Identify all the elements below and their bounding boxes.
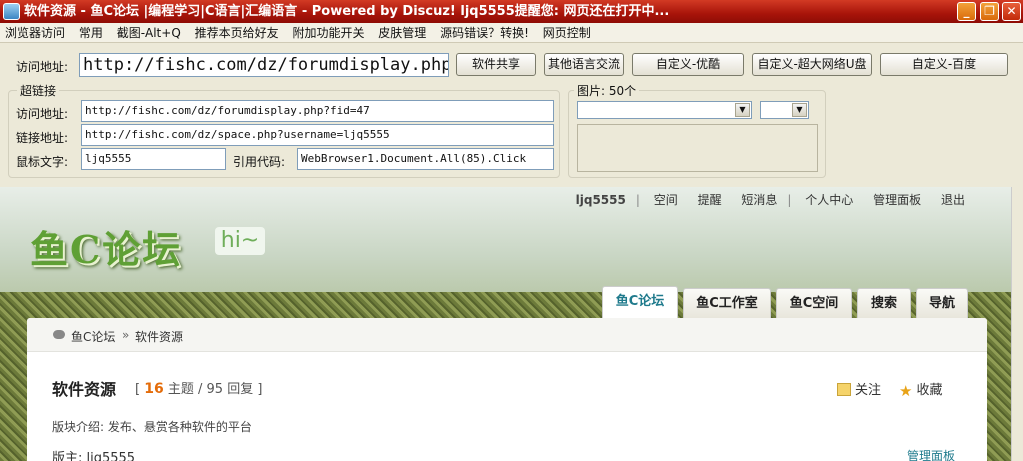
tab-fishc-forum[interactable]: 鱼C论坛 <box>602 286 678 320</box>
web-browser-view[interactable]: ljq5555 | 空间 提醒 短消息 | 个人中心 管理面板 退出 鱼C论坛 hi… <box>0 187 1023 461</box>
link-address-input[interactable]: http://fishc.com/dz/space.php?username=l… <box>81 124 554 146</box>
image-group-title: 图片: 50个 <box>574 82 640 99</box>
other-language-button[interactable]: 其他语言交流 <box>544 53 624 76</box>
nav-space-link[interactable]: 空间 <box>654 193 678 207</box>
user-top-nav: ljq5555 | 空间 提醒 短消息 | 个人中心 管理面板 退出 <box>575 193 965 207</box>
nav-pm-link[interactable]: 短消息 <box>741 193 777 207</box>
visit-address-label: 访问地址: <box>16 107 69 121</box>
forum-title: 软件资源 <box>52 380 117 399</box>
nav-profile-link[interactable]: 个人中心 <box>805 193 853 207</box>
mouse-text-input[interactable]: ljq5555 <box>81 148 226 170</box>
breadcrumb: 鱼C论坛 » 软件资源 <box>27 318 987 352</box>
image-size-select[interactable]: ▼ <box>760 101 809 119</box>
breadcrumb-home[interactable]: 鱼C论坛 <box>71 328 115 345</box>
link-address-label: 链接地址: <box>16 131 69 145</box>
username-link[interactable]: ljq5555 <box>576 193 626 207</box>
tab-fishc-space[interactable]: 鱼C空间 <box>776 288 852 318</box>
breadcrumb-current[interactable]: 软件资源 <box>135 328 183 345</box>
menu-bar: 浏览器访问 常用 截图-Alt+Q 推荐本页给好友 附加功能开关 皮肤管理 源码… <box>0 23 1023 43</box>
minimize-button[interactable]: _ <box>957 2 976 21</box>
image-group: 图片: 50个 ▼ ▼ <box>568 82 826 178</box>
software-share-button[interactable]: 软件共享 <box>456 53 536 76</box>
forum-stats: [ 16 主题 / 95 回复 ] <box>135 381 263 397</box>
nav-remind-link[interactable]: 提醒 <box>698 193 722 207</box>
image-preview <box>577 124 818 172</box>
nav-logout-link[interactable]: 退出 <box>941 193 965 207</box>
vertical-scrollbar[interactable] <box>1011 187 1023 461</box>
menu-screenshot[interactable]: 截图-Alt+Q <box>112 23 186 43</box>
menu-addon-toggle[interactable]: 附加功能开关 <box>287 23 369 43</box>
custom-netdisk-button[interactable]: 自定义-超大网络U盘 <box>752 53 872 76</box>
manage-panel-link[interactable]: 管理面板 <box>907 447 955 461</box>
chevron-down-icon[interactable]: ▼ <box>735 103 750 117</box>
nav-admin-link[interactable]: 管理面板 <box>873 193 921 207</box>
window-titlebar[interactable]: 软件资源 - 鱼C论坛 |编程学习|C语言|汇编语言 - Powered by … <box>0 0 1023 23</box>
reference-code-input[interactable]: WebBrowser1.Document.All(85).Click <box>297 148 554 170</box>
menu-skin[interactable]: 皮肤管理 <box>373 23 431 43</box>
menu-source-convert[interactable]: 源码错误？转换! <box>435 23 534 43</box>
forum-description: 版块介绍: 发布、悬赏各种软件的平台 <box>52 420 252 434</box>
follow-button[interactable]: 关注 <box>837 379 881 398</box>
custom-youku-button[interactable]: 自定义-优酷 <box>632 53 744 76</box>
favorite-button[interactable]: ★ 收藏 <box>899 379 942 400</box>
tab-search[interactable]: 搜索 <box>857 288 911 318</box>
reply-count: 95 <box>206 382 224 397</box>
maximize-button[interactable]: ❐ <box>980 2 999 21</box>
address-label: 访问地址: <box>16 60 69 74</box>
hyperlink-group: 超链接 访问地址: http://fishc.com/dz/forumdispl… <box>8 82 560 178</box>
address-input[interactable]: http://fishc.com/dz/forumdisplay.php?fid… <box>79 53 449 77</box>
control-panel: 访问地址: http://fishc.com/dz/forumdisplay.p… <box>0 44 1023 187</box>
menu-common[interactable]: 常用 <box>74 23 108 43</box>
star-icon: ★ <box>899 382 913 400</box>
hi-badge: hi~ <box>215 227 265 255</box>
forum-content: 鱼C论坛 » 软件资源 软件资源 [ 16 主题 / 95 回复 ] 关注 ★ 收… <box>27 318 987 461</box>
menu-page-control[interactable]: 网页控制 <box>538 23 596 43</box>
close-button[interactable]: ✕ <box>1002 2 1021 21</box>
image-url-select[interactable]: ▼ <box>577 101 752 119</box>
topic-count: 16 <box>144 381 164 397</box>
chevron-down-icon[interactable]: ▼ <box>792 103 807 117</box>
tab-fishc-studio[interactable]: 鱼C工作室 <box>683 288 771 318</box>
visit-address-input[interactable]: http://fishc.com/dz/forumdisplay.php?fid… <box>81 100 554 122</box>
menu-recommend[interactable]: 推荐本页给好友 <box>190 23 284 43</box>
follow-icon <box>837 383 851 396</box>
window-title: 软件资源 - 鱼C论坛 |编程学习|C语言|汇编语言 - Powered by … <box>24 4 670 19</box>
custom-baidu-button[interactable]: 自定义-百度 <box>880 53 1008 76</box>
reference-code-label: 引用代码: <box>233 155 286 169</box>
forum-moderator: 版主: ljq5555 <box>52 451 136 461</box>
mouse-text-label: 鼠标文字: <box>16 155 69 169</box>
breadcrumb-separator: » <box>122 328 130 342</box>
forum-logo[interactable]: 鱼C论坛 <box>30 219 220 275</box>
home-bubble-icon <box>53 330 65 339</box>
tab-navigation[interactable]: 导航 <box>916 288 968 318</box>
menu-browser-visit[interactable]: 浏览器访问 <box>0 23 70 43</box>
app-icon <box>3 3 20 20</box>
hyperlink-group-title: 超链接 <box>17 82 60 99</box>
